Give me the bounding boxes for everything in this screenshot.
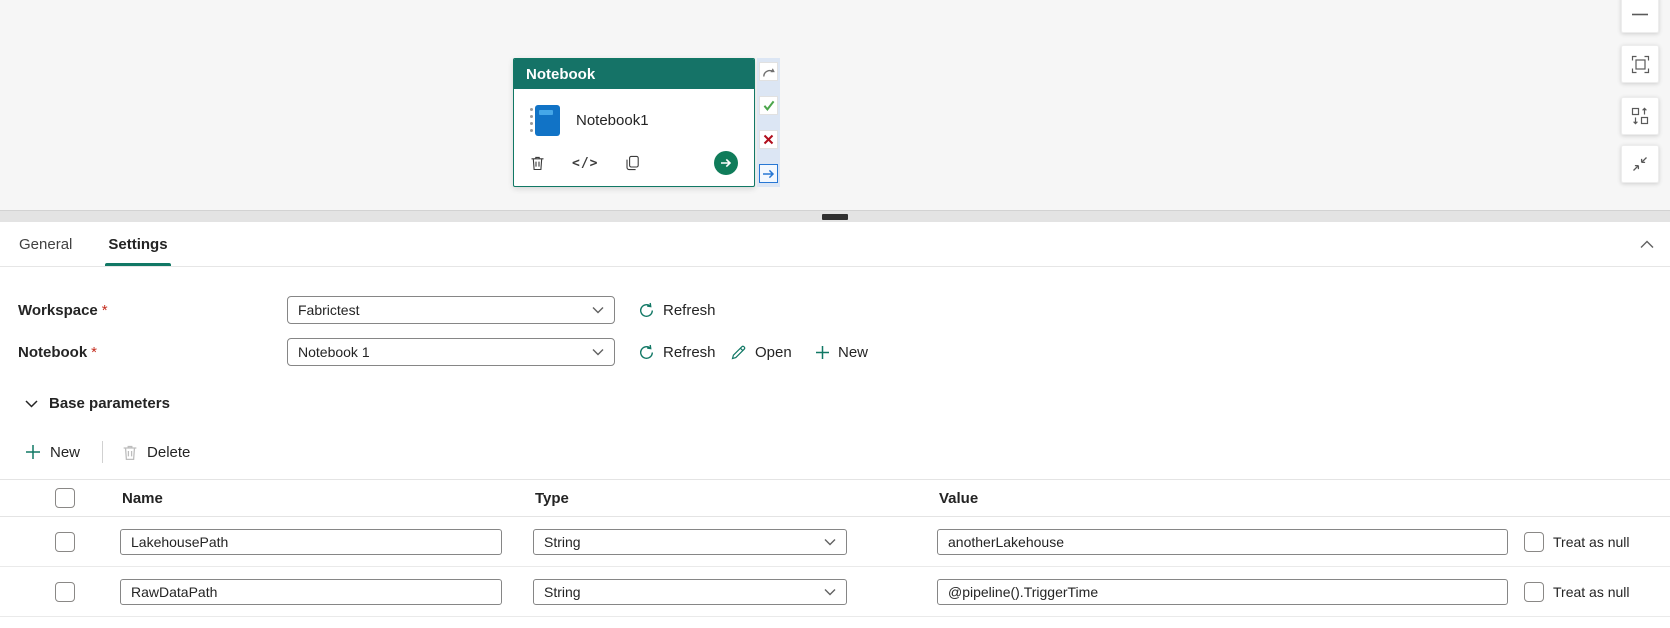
tab-settings[interactable]: Settings [105,222,170,266]
on-skip-port-icon[interactable] [759,62,778,81]
workspace-refresh-button[interactable]: Refresh [638,296,716,324]
activity-name: Notebook1 [576,112,649,129]
required-asterisk: * [91,344,97,361]
param-value-input[interactable]: @pipeline().TriggerTime [937,579,1508,605]
on-success-port-icon[interactable] [759,96,778,115]
code-icon[interactable]: </> [572,156,598,171]
panel-resize-divider [0,210,1670,222]
pipeline-canvas[interactable]: Notebook Notebook1 </> [0,0,1670,210]
column-header-value: Value [937,490,1508,507]
notebook-value: Notebook 1 [298,344,370,360]
column-header-name: Name [120,490,533,507]
treat-as-null-option: Treat as null [1508,532,1670,552]
auto-arrange-button[interactable] [1621,97,1659,135]
parameters-toolbar: New Delete [25,438,190,466]
base-parameters-section-toggle[interactable]: Base parameters [25,395,170,412]
fit-to-screen-button[interactable] [1621,45,1659,83]
notebook-icon [530,105,560,136]
notebook-activity-card[interactable]: Notebook Notebook1 </> [513,58,755,187]
properties-panel: General Settings Workspace* Fabrictest [0,222,1670,628]
parameter-delete-button[interactable]: Delete [122,444,190,461]
refresh-icon [638,344,655,361]
param-value-input[interactable]: anotherLakehouse [937,529,1508,555]
activity-body: Notebook1 [514,89,754,151]
activity-footer: </> [514,151,754,186]
pencil-icon [730,344,747,361]
canvas-minimize-button[interactable] [1621,0,1659,33]
collapse-panel-button[interactable] [1640,222,1654,266]
tab-general[interactable]: General [16,222,75,266]
copy-activity-icon[interactable] [625,155,640,171]
table-row: LakehousePath String anotherLakehouse Tr… [0,517,1670,567]
notebook-label: Notebook* [18,344,97,361]
table-header-row: Name Type Value [0,479,1670,517]
panel-drag-handle[interactable] [822,214,848,220]
workspace-label: Workspace* [18,302,108,319]
delete-activity-icon[interactable] [530,155,545,171]
on-fail-port-icon[interactable] [759,130,778,149]
chevron-up-icon [1640,240,1654,249]
chevron-down-icon [592,348,604,356]
chevron-down-icon [592,306,604,314]
plus-icon [815,345,830,360]
minimize-icon [1632,13,1648,16]
workspace-dropdown[interactable]: Fabrictest [287,296,615,324]
parameter-new-button[interactable]: New [25,444,80,461]
row-checkbox[interactable] [55,582,75,602]
treat-as-null-checkbox[interactable] [1524,532,1544,552]
param-name-input[interactable]: RawDataPath [120,579,502,605]
column-header-type: Type [533,490,937,507]
chevron-down-icon [824,588,836,596]
collapse-canvas-button[interactable] [1621,145,1659,183]
required-asterisk: * [102,302,108,319]
navigate-to-activity-button[interactable] [714,151,738,175]
param-name-input[interactable]: LakehousePath [120,529,502,555]
select-all-checkbox[interactable] [55,488,75,508]
fit-to-screen-icon [1631,55,1650,74]
collapse-arrows-icon [1632,156,1648,172]
toolbar-separator [102,441,103,463]
refresh-icon [638,302,655,319]
panel-tabs: General Settings [0,222,1670,267]
treat-as-null-option: Treat as null [1508,582,1670,602]
param-type-dropdown[interactable]: String [533,529,847,555]
activity-type-header: Notebook [514,59,754,89]
param-type-dropdown[interactable]: String [533,579,847,605]
on-completion-port-icon[interactable] [759,164,778,183]
treat-as-null-checkbox[interactable] [1524,582,1544,602]
chevron-down-icon [824,538,836,546]
workspace-value: Fabrictest [298,302,359,318]
pipeline-editor: Notebook Notebook1 </> [0,0,1670,628]
chevron-down-icon [25,400,38,408]
row-checkbox[interactable] [55,532,75,552]
parameters-table: Name Type Value LakehousePath String ano… [0,479,1670,617]
notebook-new-button[interactable]: New [815,338,868,366]
notebook-open-button[interactable]: Open [730,338,792,366]
notebook-dropdown[interactable]: Notebook 1 [287,338,615,366]
trash-icon [122,444,138,461]
auto-arrange-icon [1631,107,1649,125]
notebook-refresh-button[interactable]: Refresh [638,338,716,366]
activity-output-ports [757,58,780,187]
plus-icon [25,444,41,460]
table-row: RawDataPath String @pipeline().TriggerTi… [0,567,1670,617]
